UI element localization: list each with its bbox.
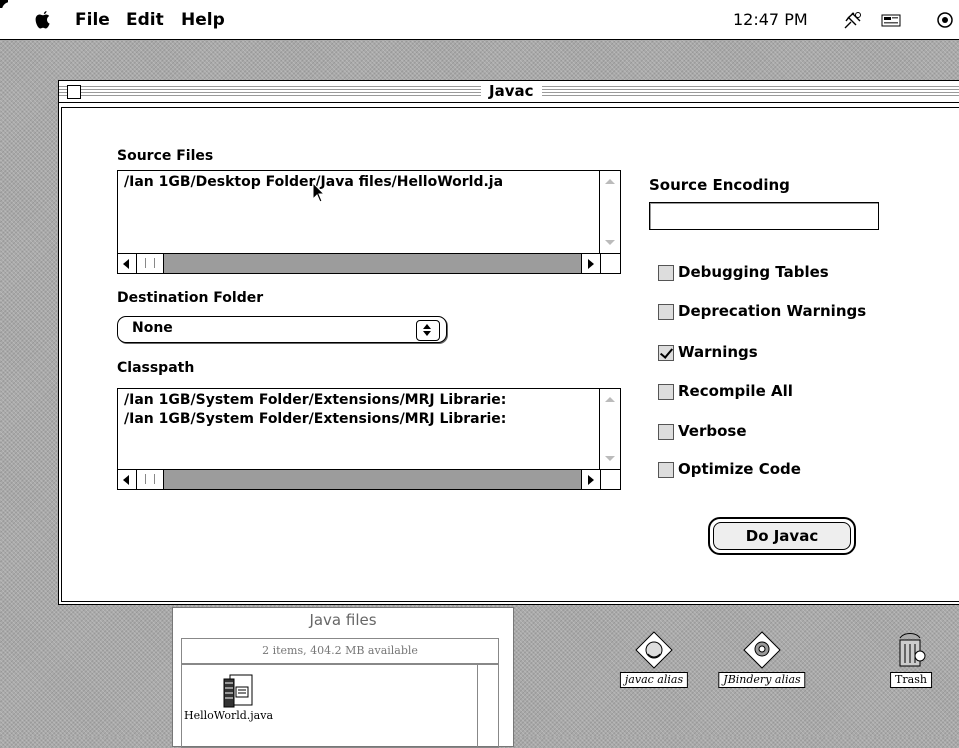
checkbox-label: Optimize Code xyxy=(678,460,801,478)
apple-menu-icon[interactable] xyxy=(34,10,52,30)
checkbox-label: Recompile All xyxy=(678,382,793,400)
optimize-code-checkbox[interactable]: Optimize Code xyxy=(658,459,838,481)
menu-edit[interactable]: Edit xyxy=(126,10,164,30)
list-item[interactable]: /Ian 1GB/System Folder/Extensions/MRJ Li… xyxy=(124,391,506,410)
window-content: Source Files /Ian 1GB/Desktop Folder/Jav… xyxy=(61,107,959,602)
desktop-icon-label: Trash xyxy=(890,672,932,688)
destination-folder-popup[interactable]: None xyxy=(117,316,447,343)
trash-icon xyxy=(899,633,926,667)
horizontal-scrollbar[interactable] xyxy=(118,469,600,489)
checkbox-box xyxy=(658,384,674,400)
recompile-all-checkbox[interactable]: Recompile All xyxy=(658,381,828,403)
source-files-label: Source Files xyxy=(117,148,214,164)
application-menu-icon[interactable] xyxy=(934,9,956,31)
menu-file[interactable]: File xyxy=(75,10,110,30)
javac-window: Javac Source Files /Ian 1GB/Desktop Fold… xyxy=(58,80,959,605)
satellite-icon[interactable] xyxy=(842,9,864,31)
close-box-icon[interactable] xyxy=(67,85,81,99)
debugging-tables-checkbox[interactable]: Debugging Tables xyxy=(658,262,878,284)
menu-clock[interactable]: 12:47 PM xyxy=(733,10,808,29)
warnings-checkbox[interactable]: Warnings xyxy=(658,342,808,364)
finder-window-title[interactable]: Java files xyxy=(173,611,513,629)
finder-file-list: HelloWorld.java xyxy=(181,664,499,748)
list-item[interactable]: /Ian 1GB/System Folder/Extensions/MRJ Li… xyxy=(124,410,506,429)
control-strip-icon[interactable] xyxy=(880,9,902,31)
checkbox-label: Debugging Tables xyxy=(678,263,829,281)
screen-corner xyxy=(0,0,12,12)
finder-info-bar: 2 items, 404.2 MB available xyxy=(181,638,499,664)
finder-window[interactable]: Java files 2 items, 404.2 MB available H… xyxy=(172,607,514,748)
destination-folder-label: Destination Folder xyxy=(117,290,264,306)
desktop-icon-javac-alias[interactable]: javac alias xyxy=(619,630,689,690)
verbose-checkbox[interactable]: Verbose xyxy=(658,421,808,443)
do-javac-button[interactable]: Do Javac xyxy=(708,517,856,555)
java-file-icon[interactable] xyxy=(222,673,256,711)
checkbox-box xyxy=(658,462,674,478)
desktop-icon-label: JBindery alias xyxy=(718,672,806,688)
horizontal-scrollbar[interactable] xyxy=(118,253,600,273)
mouse-cursor-icon xyxy=(312,182,326,203)
checkbox-box xyxy=(658,345,674,361)
source-encoding-label: Source Encoding xyxy=(649,176,790,194)
source-encoding-field[interactable] xyxy=(649,202,879,230)
checkbox-label: Warnings xyxy=(678,343,758,361)
vertical-scrollbar[interactable] xyxy=(599,389,620,469)
checkbox-label: Verbose xyxy=(678,422,747,440)
menu-bar: File Edit Help 12:47 PM xyxy=(0,0,959,40)
deprecation-warnings-checkbox[interactable]: Deprecation Warnings xyxy=(658,301,908,323)
vertical-scrollbar[interactable] xyxy=(477,665,498,747)
checkbox-label: Deprecation Warnings xyxy=(678,302,867,320)
window-title: Javac xyxy=(481,83,542,100)
vertical-scrollbar[interactable] xyxy=(599,171,620,253)
file-name-label[interactable]: HelloWorld.java xyxy=(184,709,273,722)
menu-help[interactable]: Help xyxy=(181,10,225,30)
popup-value: None xyxy=(132,320,173,336)
checkbox-box xyxy=(658,304,674,320)
desktop-icon-jbindery-alias[interactable]: JBindery alias xyxy=(718,630,806,690)
updown-arrows-icon xyxy=(416,320,440,341)
javac-icon xyxy=(635,631,673,669)
checkbox-box xyxy=(658,265,674,281)
jbindery-icon xyxy=(743,631,781,669)
scroll-corner xyxy=(600,469,620,489)
checkbox-box xyxy=(658,424,674,440)
desktop-icon-trash[interactable]: Trash xyxy=(886,630,936,690)
scroll-corner xyxy=(600,253,620,273)
classpath-label: Classpath xyxy=(117,360,195,376)
desktop-icon-label: javac alias xyxy=(619,672,689,688)
classpath-list[interactable]: /Ian 1GB/System Folder/Extensions/MRJ Li… xyxy=(117,388,621,490)
do-javac-button-label: Do Javac xyxy=(713,522,851,550)
source-files-list[interactable]: /Ian 1GB/Desktop Folder/Java files/Hello… xyxy=(117,170,621,274)
